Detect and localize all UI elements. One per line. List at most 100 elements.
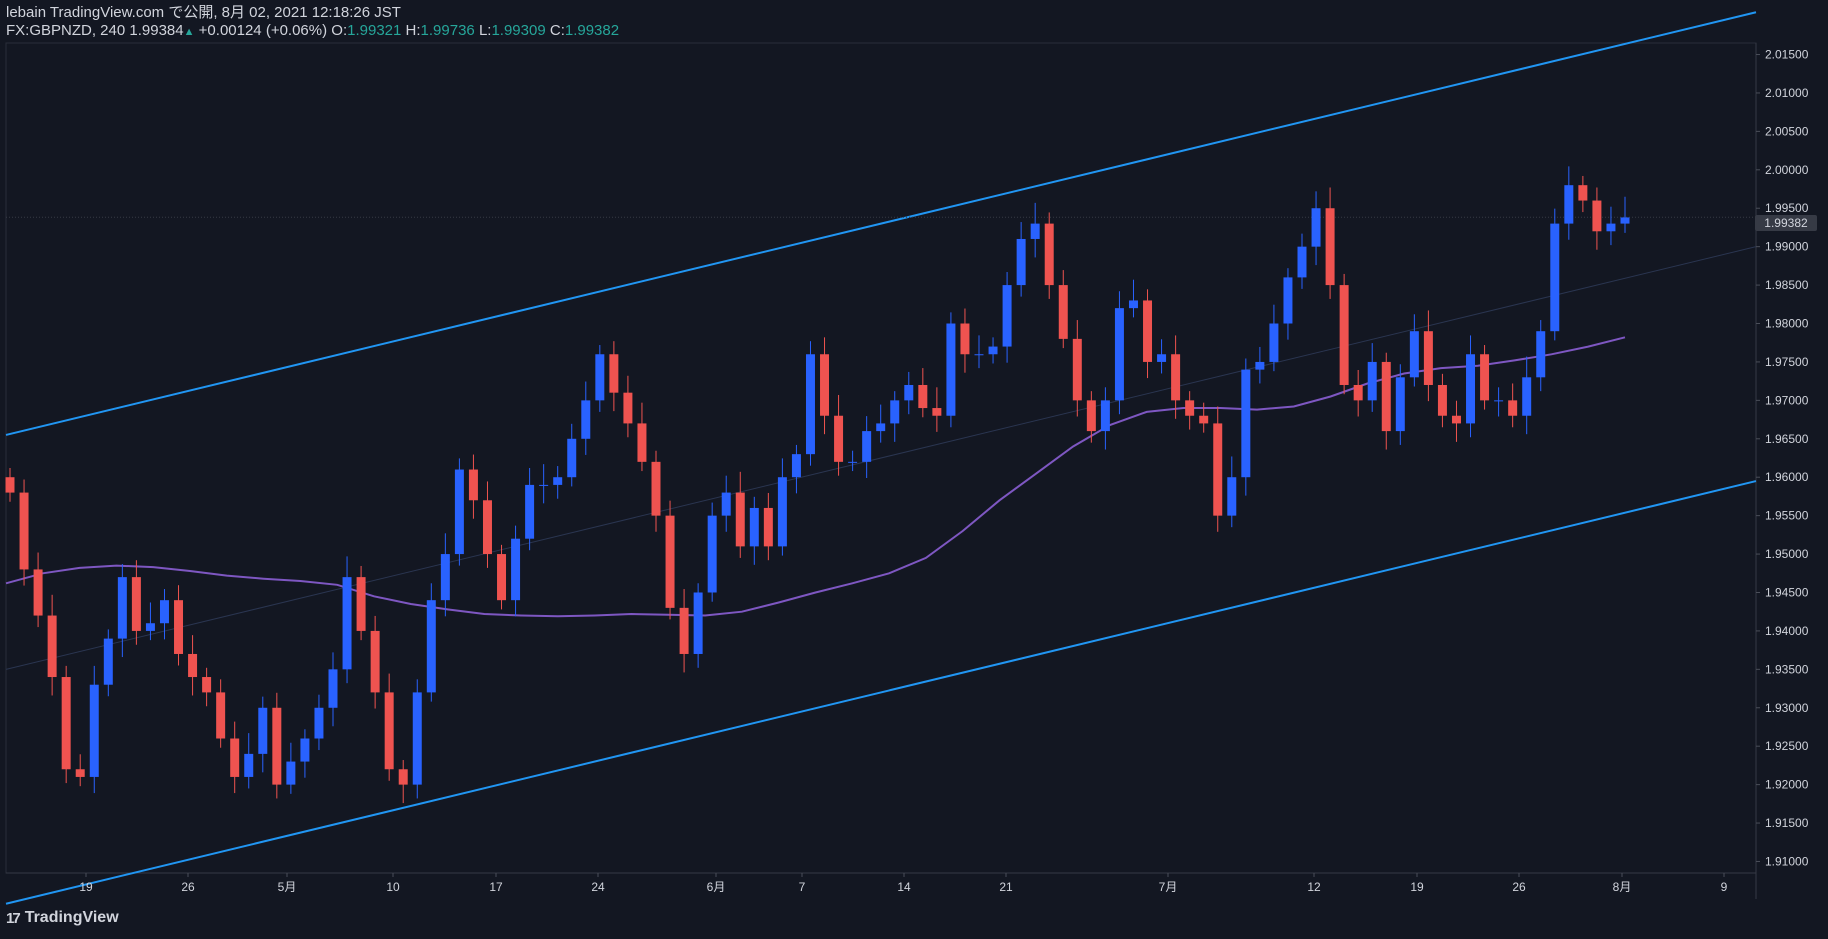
candle-up: [1297, 233, 1307, 289]
time-tick-label: 21: [999, 880, 1013, 894]
candle-up: [1620, 196, 1630, 233]
candle-body: [117, 577, 127, 639]
price-tick-label: 1.99500: [1765, 201, 1809, 215]
symbol-label[interactable]: FX:GBPNZD, 240: [6, 22, 125, 39]
candle-body: [1199, 415, 1209, 424]
candle-down: [370, 615, 380, 709]
candle-body: [1564, 185, 1574, 224]
candle-down: [216, 679, 226, 748]
publish-info: lebain TradingView.com で公開, 8月 02, 2021 …: [6, 4, 401, 21]
candle-body: [272, 707, 282, 785]
candle-down: [19, 479, 29, 586]
candle-body: [1297, 246, 1307, 278]
time-tick-label: 12: [1307, 880, 1321, 894]
price-tick-label: 1.97000: [1765, 393, 1809, 407]
candle-down: [384, 673, 394, 781]
candle-down: [637, 402, 647, 472]
candle-body: [19, 492, 29, 570]
candle-body: [356, 577, 366, 631]
price-tick-label: 1.91000: [1765, 854, 1809, 868]
candle-down: [1339, 273, 1349, 395]
candle-body: [749, 507, 759, 547]
candle-down: [5, 467, 15, 502]
trend-channel[interactable]: [5, 11, 1757, 905]
candle-down: [202, 667, 212, 707]
candle-body: [33, 569, 43, 616]
candle-up: [1241, 358, 1251, 496]
candle-body: [904, 384, 914, 401]
time-axis[interactable]: 19 26 5月 10 17 24 6月 7 14 21 7月 12 19 26 8月 9: [79, 873, 1728, 894]
time-tick-label: 5月: [278, 880, 297, 894]
candle-body: [876, 423, 886, 432]
candle-body: [1367, 361, 1377, 401]
candle-body: [89, 684, 99, 777]
candle-down: [47, 594, 57, 696]
candle-body: [609, 354, 619, 393]
candle-body: [1100, 400, 1110, 432]
candle-body: [1522, 377, 1532, 416]
candle-body: [1171, 354, 1181, 401]
candle-down: [61, 665, 71, 784]
candle-up: [1128, 279, 1138, 318]
candle-up: [876, 404, 886, 443]
time-tick-label: 7月: [1159, 880, 1178, 894]
candle-body: [230, 738, 240, 777]
candle-body: [693, 592, 703, 654]
price-tick-label: 1.91500: [1765, 816, 1809, 830]
price-tick-label: 2.01000: [1765, 86, 1809, 100]
candle-body: [202, 677, 212, 693]
candle-up: [426, 583, 436, 702]
candle-body: [1086, 400, 1096, 432]
time-tick-label: 26: [1512, 880, 1526, 894]
candle-body: [216, 692, 226, 739]
candle-up: [145, 602, 155, 641]
candle-down: [679, 589, 689, 673]
candle-body: [61, 677, 71, 770]
candle-down: [763, 492, 773, 561]
candle-body: [384, 692, 394, 770]
candle-body: [1311, 208, 1321, 247]
price-tick-label: 2.00500: [1765, 124, 1809, 138]
candle-body: [932, 408, 942, 416]
candle-body: [1072, 338, 1082, 401]
price-axis[interactable]: 2.01500 2.01000 2.00500 2.00000 1.99500 1.990…: [1756, 48, 1809, 869]
footer-brand[interactable]: 17 TradingView: [6, 909, 119, 927]
candle-body: [735, 492, 745, 547]
candle-up: [848, 450, 858, 472]
candle-up: [946, 312, 956, 428]
candle-down: [497, 544, 507, 610]
candle-down: [482, 481, 492, 568]
candle-body: [946, 323, 956, 416]
candle-body: [890, 400, 900, 424]
time-tick-label: 9: [1721, 880, 1728, 894]
price-chart[interactable]: 2.01500 2.01000 2.00500 2.00000 1.99500 1.990…: [0, 0, 1828, 939]
candle-up: [1100, 387, 1110, 450]
candle-body: [665, 515, 675, 608]
price-tick-label: 1.98000: [1765, 317, 1809, 331]
candle-down: [820, 337, 830, 435]
candle-down: [356, 565, 366, 641]
candle-body: [721, 492, 731, 516]
candle-body: [525, 484, 535, 539]
candle-down: [834, 394, 844, 476]
candle-body: [1395, 377, 1405, 432]
time-tick-label: 19: [79, 880, 93, 894]
candle-body: [131, 577, 141, 631]
candle-body: [440, 554, 450, 601]
candle-body: [791, 454, 801, 478]
time-tick-label: 17: [489, 880, 503, 894]
candle-up: [1227, 456, 1237, 528]
candle-body: [188, 653, 198, 678]
candle-body: [1114, 308, 1124, 401]
candle-body: [567, 438, 577, 478]
candle-body: [314, 707, 324, 739]
candle-body: [328, 669, 338, 708]
price-tick-label: 1.95500: [1765, 509, 1809, 523]
price-tick-label: 1.92500: [1765, 739, 1809, 753]
candle-down: [609, 341, 619, 412]
candle-body: [1409, 331, 1419, 378]
price-tick-label: 1.94500: [1765, 585, 1809, 599]
price-tick-label: 1.97500: [1765, 355, 1809, 369]
candle-body: [1578, 185, 1588, 201]
candle-body: [651, 461, 661, 516]
